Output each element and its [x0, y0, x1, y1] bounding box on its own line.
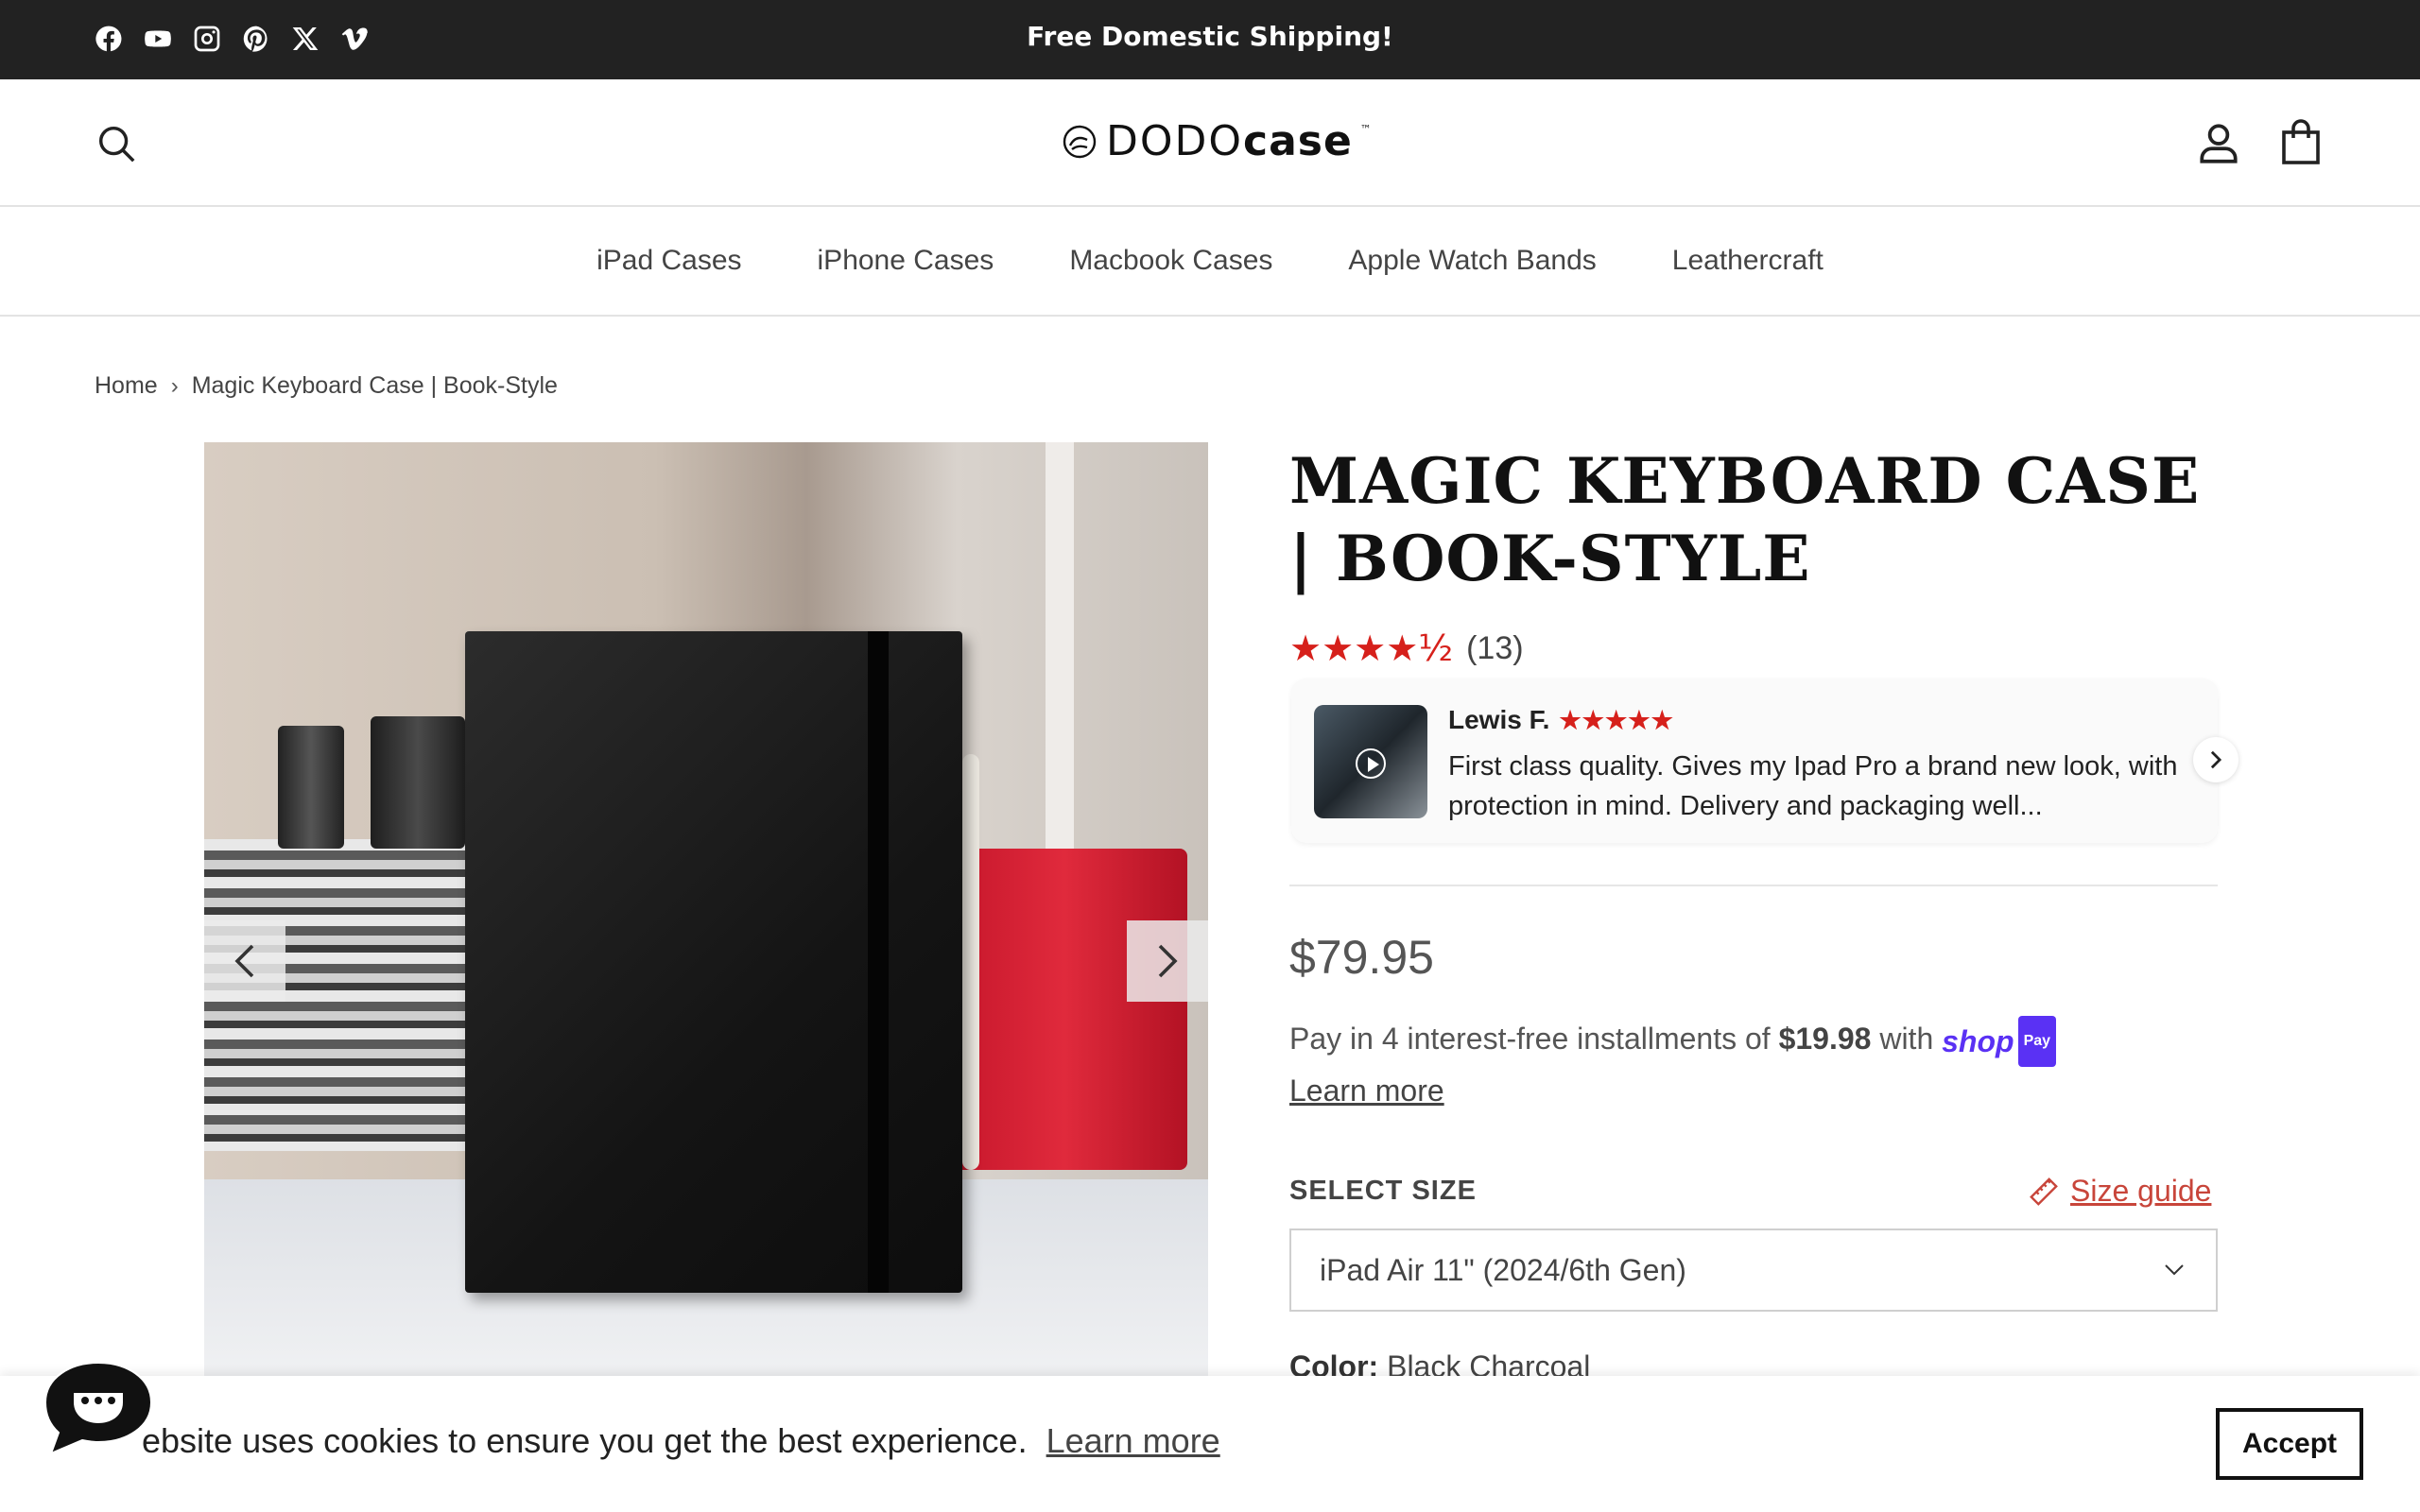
nav-ipad-cases[interactable]: iPad Cases — [596, 245, 741, 277]
installments-with: with — [1879, 1022, 1934, 1056]
cookie-message: ebsite uses cookies to ensure you get th… — [142, 1421, 1220, 1461]
shop-pay-logo: shop Pay — [1942, 1015, 2057, 1067]
breadcrumb-home[interactable]: Home — [95, 372, 158, 400]
site-logo[interactable]: DODOcase ™ — [1061, 117, 1372, 165]
rating-stars-icon: ★★★★½ — [1289, 627, 1454, 669]
product-rating[interactable]: ★★★★½ (13) — [1289, 627, 1524, 669]
site-header: DODOcase ™ — [0, 79, 2420, 207]
cookie-accept-button[interactable]: Accept — [2216, 1408, 2363, 1480]
nav-leathercraft[interactable]: Leathercraft — [1672, 245, 1824, 277]
chat-icon[interactable] — [42, 1359, 155, 1457]
chevron-down-icon — [2165, 1264, 2184, 1276]
gallery-prev-button[interactable] — [204, 920, 285, 1002]
image-pencil — [962, 754, 979, 1170]
nav-iphone-cases[interactable]: iPhone Cases — [818, 245, 994, 277]
gallery-next-button[interactable] — [1127, 920, 1208, 1002]
review-text: First class quality. Gives my Ipad Pro a… — [1448, 751, 2178, 821]
chevron-right-icon — [1158, 944, 1178, 978]
shop-pay-badge: Pay — [2017, 1015, 2057, 1067]
review-carousel-card[interactable]: Lewis F. ★★★★★ First class quality. Give… — [1291, 679, 2218, 843]
size-select[interactable]: iPad Air 11" (2024/6th Gen) — [1289, 1228, 2218, 1312]
divider — [1289, 885, 2218, 886]
size-guide-text: Size guide — [2070, 1174, 2212, 1208]
reviewer-name: Lewis F. ★★★★★ — [1448, 705, 1674, 735]
review-video-thumbnail[interactable] — [1314, 705, 1427, 818]
size-select-value: iPad Air 11" (2024/6th Gen) — [1320, 1252, 1686, 1287]
image-background-jar — [278, 726, 344, 849]
product-title: MAGIC KEYBOARD CASE | BOOK-STYLE — [1289, 444, 2201, 595]
installments-learn-more-link[interactable]: Learn more — [1289, 1074, 1444, 1108]
reviewer-name-text: Lewis F. — [1448, 705, 1550, 734]
play-icon — [1356, 748, 1386, 779]
announcement-text: Free Domestic Shipping! — [1027, 21, 1393, 52]
dodo-logo-icon — [1063, 125, 1097, 158]
logo-trademark: ™ — [1359, 123, 1372, 136]
search-icon[interactable] — [95, 122, 138, 165]
installments-info: Pay in 4 interest-free installments of $… — [1289, 1015, 2235, 1114]
size-guide-link[interactable]: Size guide — [2029, 1174, 2211, 1209]
select-size-label: SELECT SIZE — [1289, 1176, 1477, 1206]
logo-text-bold: case — [1243, 117, 1353, 165]
product-price: $79.95 — [1289, 931, 1434, 984]
installments-prefix: Pay in 4 interest-free installments of — [1289, 1022, 1771, 1056]
chevron-left-icon — [234, 944, 254, 978]
chevron-right-icon — [2210, 750, 2222, 769]
shop-pay-word: shop — [1942, 1023, 2014, 1058]
cookie-banner: ebsite uses cookies to ensure you get th… — [0, 1376, 2420, 1512]
breadcrumb: Home › Magic Keyboard Case | Book-Style — [95, 372, 558, 400]
nav-apple-watch-bands[interactable]: Apple Watch Bands — [1348, 245, 1596, 277]
review-count[interactable]: (13) — [1466, 630, 1523, 667]
logo-text-light: DODO — [1106, 117, 1244, 165]
review-stars-icon: ★★★★★ — [1559, 705, 1674, 734]
cart-icon[interactable] — [2278, 117, 2324, 166]
installments-amount: $19.98 — [1778, 1022, 1872, 1056]
breadcrumb-current: Magic Keyboard Case | Book-Style — [191, 372, 558, 399]
image-background-jar — [371, 716, 465, 849]
main-nav: iPad Cases iPhone Cases Macbook Cases Ap… — [0, 207, 2420, 317]
image-case-band — [868, 631, 889, 1293]
cookie-learn-more-link[interactable]: Learn more — [1046, 1421, 1220, 1460]
product-gallery[interactable] — [204, 442, 1208, 1378]
breadcrumb-chevron-icon: › — [170, 372, 179, 399]
review-next-button[interactable] — [2193, 737, 2238, 782]
image-background-pole — [1046, 442, 1074, 858]
announcement-bar: Free Domestic Shipping! — [0, 0, 2420, 79]
cookie-text: ebsite uses cookies to ensure you get th… — [142, 1421, 1028, 1460]
logo-wordmark: DODOcase — [1106, 117, 1353, 165]
ruler-icon — [2030, 1177, 2058, 1206]
nav-macbook-cases[interactable]: Macbook Cases — [1069, 245, 1272, 277]
account-icon[interactable] — [2195, 119, 2242, 166]
